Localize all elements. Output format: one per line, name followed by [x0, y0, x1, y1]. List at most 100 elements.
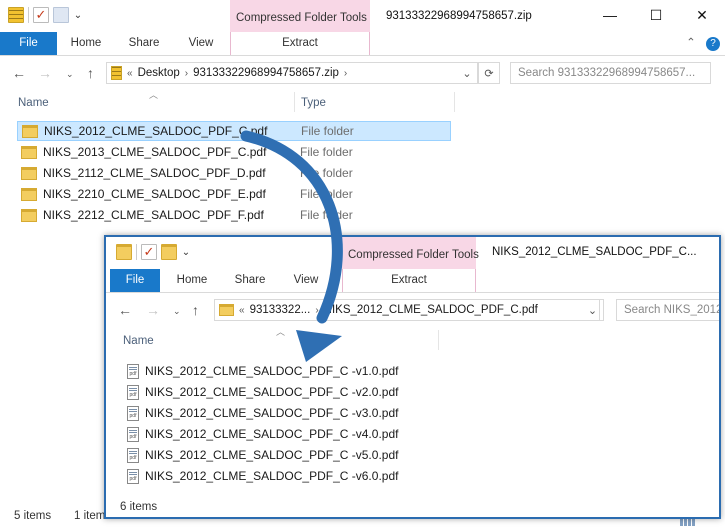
address-dropdown-icon[interactable]: ⌄: [582, 299, 604, 321]
tab-extract[interactable]: Extract: [231, 32, 369, 55]
breadcrumb-zip[interactable]: 93133322...: [250, 304, 311, 316]
list-item[interactable]: pdf NIKS_2012_CLME_SALDOC_PDF_C -v3.0.pd…: [123, 403, 423, 423]
folder-icon: [21, 187, 37, 201]
back-button[interactable]: ←: [12, 65, 26, 81]
tab-view[interactable]: View: [282, 269, 330, 292]
properties-icon[interactable]: ✓: [33, 7, 49, 23]
collapse-ribbon-icon[interactable]: ⌃: [683, 32, 699, 55]
sort-ascending-icon: ︿: [276, 327, 286, 337]
list-item[interactable]: NIKS_2212_CLME_SALDOC_PDF_F.pdf File fol…: [17, 205, 451, 225]
pdf-file-icon: pdf: [127, 468, 139, 484]
folder-icon: [21, 208, 37, 222]
address-dropdown-icon[interactable]: ⌄: [456, 62, 478, 84]
customize-toolbar-icon[interactable]: ⌄: [181, 247, 191, 258]
list-item[interactable]: NIKS_2012_CLME_SALDOC_PDF_C.pdf File fol…: [17, 121, 451, 141]
breadcrumb-folder[interactable]: NIKS_2012_CLME_SALDOC_PDF_C.pdf: [324, 304, 538, 316]
item-type: File folder: [300, 187, 353, 201]
window-title: 9313332296899475865​7.zip: [386, 10, 532, 22]
window-title: NIKS_2012_CLME_SALDOC_PDF_C...: [492, 246, 697, 258]
quick-access-toolbar: ✓ ⌄: [8, 7, 83, 23]
tab-view[interactable]: View: [178, 32, 224, 55]
title-bar: ✓ ⌄ Compressed Folder Tools NIKS_2012_CL…: [106, 237, 719, 269]
up-button[interactable]: ↑: [192, 302, 199, 318]
column-header-type[interactable]: Type: [301, 97, 326, 109]
list-item[interactable]: NIKS_2210_CLME_SALDOC_PDF_E.pdf File fol…: [17, 184, 451, 204]
column-divider[interactable]: [454, 92, 455, 112]
column-header-name[interactable]: Name: [18, 97, 49, 109]
help-icon[interactable]: ?: [704, 32, 722, 55]
list-item[interactable]: pdf NIKS_2012_CLME_SALDOC_PDF_C -v2.0.pd…: [123, 382, 423, 402]
chevron-right-icon: ›: [315, 304, 319, 316]
item-name: NIKS_2013_CLME_SALDOC_PDF_C.pdf: [43, 145, 267, 159]
ribbon-context-label: Compressed Folder Tools: [342, 237, 479, 269]
pdf-file-icon: pdf: [127, 384, 139, 400]
folder-icon: [22, 124, 38, 138]
item-type: File folder: [300, 166, 353, 180]
item-name: NIKS_2012_CLME_SALDOC_PDF_C -v3.0.pdf: [145, 406, 399, 420]
pdf-file-icon: pdf: [127, 363, 139, 379]
list-item[interactable]: NIKS_2013_CLME_SALDOC_PDF_C.pdf File fol…: [17, 142, 451, 162]
tab-file[interactable]: File: [110, 269, 160, 292]
inner-explorer-window: ✓ ⌄ Compressed Folder Tools NIKS_2012_CL…: [104, 235, 721, 519]
column-divider[interactable]: [438, 330, 439, 350]
search-input[interactable]: Search NIKS_2012_CLME_SALDOC_PDF_C: [616, 299, 719, 321]
up-button[interactable]: ↑: [87, 65, 94, 81]
breadcrumb-desktop[interactable]: Desktop: [138, 67, 180, 79]
pdf-file-icon: pdf: [127, 426, 139, 442]
item-type: File folder: [301, 124, 354, 138]
address-bar[interactable]: « 93133322... › NIKS_2012_CLME_SALDOC_PD…: [214, 299, 600, 321]
pdf-file-icon: pdf: [127, 405, 139, 421]
folder-icon: [21, 166, 37, 180]
back-button[interactable]: ←: [118, 302, 132, 318]
close-button[interactable]: ✕: [679, 0, 725, 30]
new-folder-icon[interactable]: [53, 7, 69, 23]
minimize-button[interactable]: —: [587, 0, 633, 30]
item-name: NIKS_2212_CLME_SALDOC_PDF_F.pdf: [43, 208, 264, 222]
list-item[interactable]: pdf NIKS_2012_CLME_SALDOC_PDF_C -v6.0.pd…: [123, 466, 423, 486]
properties-icon[interactable]: ✓: [141, 244, 157, 260]
tab-extract[interactable]: Extract: [343, 269, 475, 292]
tab-home[interactable]: Home: [168, 269, 216, 292]
list-item[interactable]: pdf NIKS_2012_CLME_SALDOC_PDF_C -v1.0.pd…: [123, 361, 423, 381]
help-glyph: ?: [706, 37, 720, 51]
recent-locations-icon[interactable]: ⌄: [173, 306, 181, 317]
title-bar: ✓ ⌄ Compressed Folder Tools 931333229689…: [0, 0, 725, 32]
breadcrumb-zip[interactable]: 9313332296899475865​7.zip: [193, 67, 339, 79]
maximize-button[interactable]: ☐: [633, 0, 679, 30]
item-type: File folder: [300, 208, 353, 222]
column-header-name[interactable]: Name: [123, 335, 154, 347]
forward-button[interactable]: →: [38, 65, 52, 81]
list-item[interactable]: NIKS_2112_CLME_SALDOC_PDF_D.pdf File fol…: [17, 163, 451, 183]
sort-ascending-icon: ︿: [149, 90, 159, 100]
item-name: NIKS_2210_CLME_SALDOC_PDF_E.pdf: [43, 187, 266, 201]
toolbar-separator: [136, 244, 137, 260]
address-bar[interactable]: « Desktop › 9313332296899475865​7.zip ›: [106, 62, 478, 84]
column-divider[interactable]: [294, 92, 295, 112]
tab-share[interactable]: Share: [226, 269, 274, 292]
list-item[interactable]: pdf NIKS_2012_CLME_SALDOC_PDF_C -v4.0.pd…: [123, 424, 423, 444]
tab-home[interactable]: Home: [62, 32, 110, 55]
tab-share[interactable]: Share: [120, 32, 168, 55]
toolbar-separator: [28, 7, 29, 23]
refresh-button[interactable]: ⟳: [478, 62, 500, 84]
new-folder-icon[interactable]: [161, 244, 177, 260]
customize-toolbar-icon[interactable]: ⌄: [73, 10, 83, 21]
address-row: ← → ⌄ ↑ « Desktop › 9313332296899475865​…: [0, 56, 725, 90]
zip-folder-icon[interactable]: [8, 7, 24, 23]
search-input[interactable]: Search 9313332296899475865​7...: [510, 62, 711, 84]
item-name: NIKS_2012_CLME_SALDOC_PDF_C -v1.0.pdf: [145, 364, 399, 378]
breadcrumb-overflow[interactable]: «: [127, 68, 133, 79]
chevron-right-icon: ›: [184, 67, 189, 79]
status-item-count: 5 items: [14, 510, 52, 522]
zip-folder-icon: [111, 66, 122, 80]
breadcrumb-overflow[interactable]: «: [239, 305, 245, 316]
recent-locations-icon[interactable]: ⌄: [66, 69, 74, 80]
pdf-file-icon: pdf: [127, 447, 139, 463]
list-item[interactable]: pdf NIKS_2012_CLME_SALDOC_PDF_C -v5.0.pd…: [123, 445, 423, 465]
item-name: NIKS_2012_CLME_SALDOC_PDF_C -v4.0.pdf: [145, 427, 399, 441]
tab-file[interactable]: File: [0, 32, 57, 55]
address-row: ← → ⌄ ↑ « 93133322... › NIKS_2012_CLME_S…: [106, 293, 719, 327]
folder-icon[interactable]: [116, 244, 132, 260]
folder-icon: [21, 145, 37, 159]
forward-button[interactable]: →: [146, 302, 160, 318]
